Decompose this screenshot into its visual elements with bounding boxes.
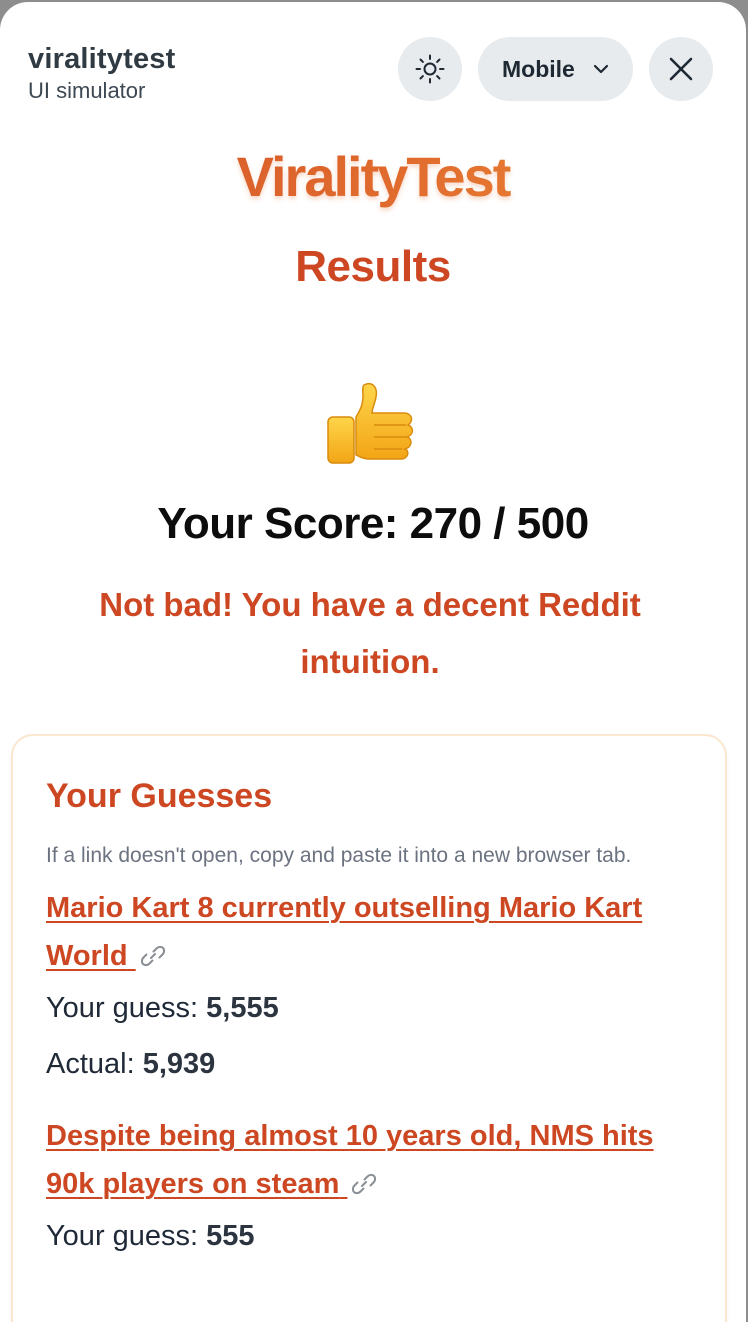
chevron-down-icon <box>593 64 609 74</box>
verdict-text: Not bad! You have a decent Reddit intuit… <box>99 586 641 680</box>
sun-icon <box>415 54 445 84</box>
guess-item: Despite being almost 10 years old, NMS h… <box>46 1112 686 1264</box>
close-button[interactable] <box>649 37 713 101</box>
actual-label: Actual: <box>46 1048 135 1080</box>
your-guess-value: 5,555 <box>206 992 279 1024</box>
your-guess-line: Your guess: 5,555 <box>46 980 686 1036</box>
score-text: Your Score: 270 / 500 <box>157 499 589 548</box>
simulator-header: viralitytest UI simulator <box>28 42 175 104</box>
link-icon <box>352 1173 377 1195</box>
device-select-button[interactable]: Mobile <box>478 37 633 101</box>
simulator-window: viralitytest UI simulator Mobile Viralit… <box>0 2 746 1322</box>
your-guess-label: Your guess: <box>46 1220 199 1252</box>
actual-line: Actual: 5,939 <box>46 1036 686 1092</box>
theme-toggle-button[interactable] <box>398 37 462 101</box>
brand-logo: ViralityTest <box>0 144 746 209</box>
guess-item: Mario Kart 8 currently outselling Mario … <box>46 884 686 1092</box>
your-guess-label: Your guess: <box>46 992 199 1024</box>
guess-post-title[interactable]: Despite being almost 10 years old, NMS h… <box>46 1120 654 1200</box>
guesses-card: Your Guesses If a link doesn't open, cop… <box>11 734 727 1322</box>
page-title: Results <box>295 242 451 291</box>
guess-post-link[interactable]: Despite being almost 10 years old, NMS h… <box>46 1112 656 1208</box>
device-label: Mobile <box>502 55 575 82</box>
your-guess-value: 555 <box>206 1220 255 1252</box>
actual-value: 5,939 <box>142 1048 216 1080</box>
guesses-title: Your Guesses <box>46 777 273 815</box>
link-icon <box>140 945 165 967</box>
guess-post-title[interactable]: Mario Kart 8 currently outselling Mario … <box>46 892 642 972</box>
guess-post-link[interactable]: Mario Kart 8 currently outselling Mario … <box>46 884 656 980</box>
thumbs-up-icon <box>327 383 414 464</box>
app-subtitle: UI simulator <box>28 78 146 103</box>
your-guess-line: Your guess: 555 <box>46 1208 686 1264</box>
app-name: viralitytest <box>28 43 176 75</box>
close-icon <box>669 57 693 81</box>
guesses-hint: If a link doesn't open, copy and paste i… <box>46 844 632 867</box>
